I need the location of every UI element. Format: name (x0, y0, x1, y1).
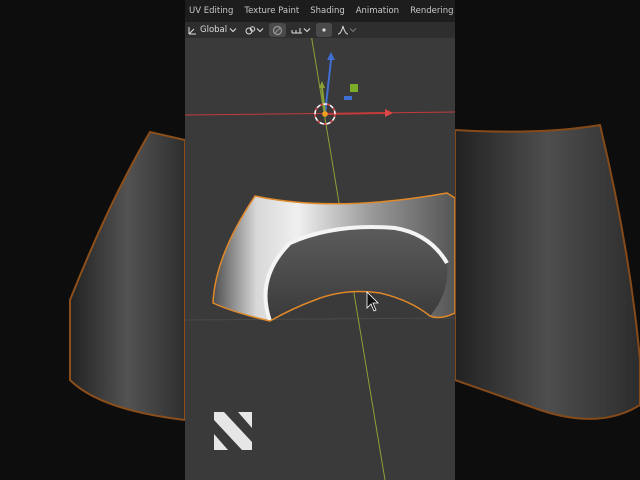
chevron-down-icon (256, 28, 264, 33)
orientation-axes-icon (188, 27, 196, 35)
falloff-dropdown[interactable] (334, 23, 360, 37)
snap-target-dropdown[interactable] (288, 23, 314, 37)
falloff-curve-icon (338, 25, 349, 35)
logo-icon (214, 412, 252, 450)
snap-toggle-button[interactable] (269, 23, 287, 37)
yz-plane-handle[interactable] (350, 84, 358, 92)
tab-animation[interactable]: Animation (352, 0, 406, 22)
tab-rendering[interactable]: Rendering (406, 0, 455, 22)
object-origin (322, 111, 328, 117)
proportional-editing-button[interactable] (316, 23, 333, 37)
transform-orientation-value: Global (200, 25, 228, 35)
pivot-point-dropdown[interactable] (242, 23, 267, 37)
pivot-point-icon (245, 25, 256, 34)
viewport-header-toolbar: Global (185, 22, 455, 38)
proportional-editing-icon (322, 28, 326, 32)
snap-increment-icon (291, 27, 303, 33)
transform-orientation-dropdown[interactable]: Global (185, 23, 240, 37)
xy-plane-handle[interactable] (344, 96, 352, 100)
tab-shading[interactable]: Shading (306, 0, 352, 22)
tab-texture-paint[interactable]: Texture Paint (240, 0, 306, 22)
snap-icon (273, 25, 283, 35)
workspace-tabs: UV Editing Texture Paint Shading Animati… (185, 0, 455, 22)
chevron-down-icon (229, 28, 237, 33)
x-axis-handle[interactable] (324, 112, 386, 115)
chevron-down-icon (349, 28, 357, 33)
tab-uv-editing[interactable]: UV Editing (185, 0, 240, 22)
chevron-down-icon (303, 28, 311, 33)
blender-window: UV Editing Texture Paint Shading Animati… (185, 0, 455, 480)
